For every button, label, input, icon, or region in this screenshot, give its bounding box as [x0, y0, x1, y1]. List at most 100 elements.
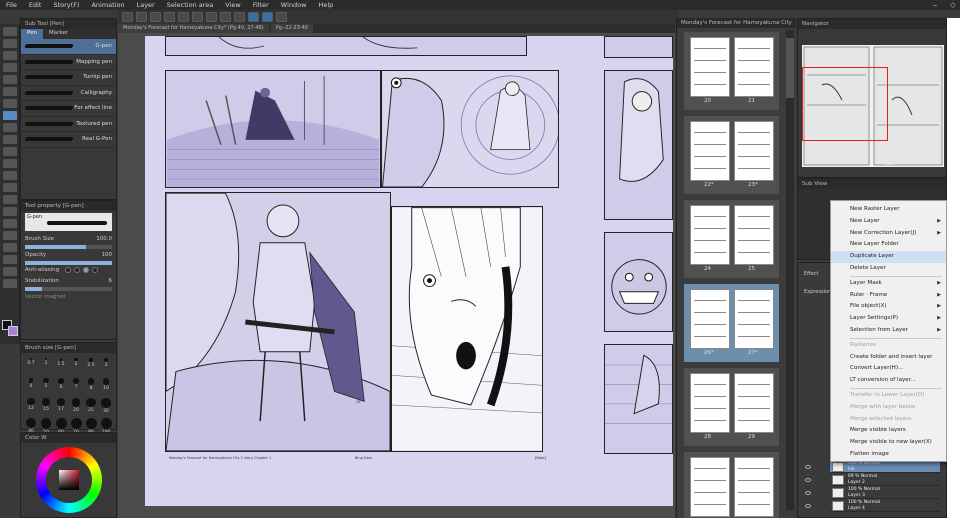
menu-item-selection-area[interactable]: Selection area — [167, 1, 214, 9]
page-manager-scroll-thumb[interactable] — [786, 38, 794, 98]
page-thumbnail-right[interactable] — [734, 457, 774, 517]
brush-item-turnip-pen[interactable]: Turnip pen — [21, 70, 116, 86]
menu-item-window[interactable]: Window — [281, 1, 307, 9]
brush-item-textured-pen[interactable]: Textured pen — [21, 117, 116, 132]
tab-marker[interactable]: Marker — [43, 29, 74, 39]
help-icon[interactable] — [276, 12, 287, 22]
lasso-tool-icon[interactable] — [3, 87, 17, 96]
brush-size-cell[interactable]: 5 — [39, 376, 53, 395]
page-spread-thumbnail[interactable]: 20 21 — [684, 32, 779, 110]
page-thumbnail-right[interactable] — [734, 121, 774, 181]
brush-item-mapping-pen[interactable]: Mapping pen — [21, 55, 116, 70]
decoration-tool-icon[interactable] — [3, 159, 17, 168]
context-menu-item-duplicate-layer[interactable]: Duplicate Layer — [831, 251, 946, 263]
operation-tool-icon[interactable] — [3, 63, 17, 72]
aa-strong-option[interactable] — [92, 267, 99, 273]
save-icon[interactable] — [150, 12, 161, 22]
eraser-tool-icon[interactable] — [3, 171, 17, 180]
figure-tool-icon[interactable] — [3, 219, 17, 228]
page-spread-thumbnail[interactable]: 26* 27* — [684, 284, 779, 362]
stabilization-slider[interactable] — [25, 287, 112, 291]
brush-size-slider[interactable] — [25, 245, 112, 249]
context-menu-item-new-correction-layer-j[interactable]: New Correction Layer(J) ▶ — [831, 228, 946, 240]
page-spread-thumbnail[interactable]: 22* 23* — [684, 116, 779, 194]
page-thumbnail-left[interactable] — [690, 289, 730, 349]
clear-icon[interactable] — [192, 12, 203, 22]
stabilization-value[interactable]: 6 — [109, 278, 113, 284]
eyedropper-tool-icon[interactable] — [3, 99, 17, 108]
brush-size-cell[interactable]: 1 — [39, 356, 53, 375]
brush-size-cell[interactable]: 1.5 — [54, 356, 68, 375]
blend-tool-icon[interactable] — [3, 183, 17, 192]
brush-item-for-effect-line[interactable]: For effect line — [21, 101, 116, 117]
page-spread-thumbnail[interactable]: 3031 — [684, 452, 779, 518]
manga-page[interactable]: Monday's Forecast for Hameyakuna City 1 … — [145, 36, 673, 506]
pencil-tool-icon[interactable] — [3, 123, 17, 132]
brush-size-cell[interactable]: 2 — [69, 356, 83, 375]
context-menu-item-new-layer-folder[interactable]: New Layer Folder — [831, 239, 946, 251]
fill-icon[interactable] — [220, 12, 231, 22]
menu-item-edit[interactable]: Edit — [29, 1, 42, 9]
context-menu-item-flatten-image[interactable]: Flatten image — [831, 449, 946, 461]
pen-tool-icon[interactable] — [3, 111, 17, 120]
context-menu-item-merge-visible-to-new-layer-x[interactable]: Merge visible to new layer(X) — [831, 437, 946, 449]
zoom-tool-icon[interactable] — [3, 27, 17, 36]
context-menu-item-convert-layer-h[interactable]: Convert Layer(H)... — [831, 363, 946, 375]
brush-size-cell[interactable]: 0.7 — [24, 356, 38, 375]
page-spread-thumbnail[interactable]: 28 29 — [684, 368, 779, 446]
brush-tool-icon[interactable] — [3, 135, 17, 144]
tab-pen[interactable]: Pen — [21, 29, 43, 39]
fill-tool-icon[interactable] — [3, 195, 17, 204]
brush-item-real-g-pen[interactable]: Real G-Pen — [21, 132, 116, 148]
hand-tool-icon[interactable] — [3, 39, 17, 48]
page-thumbnail-left[interactable] — [690, 205, 730, 265]
page-manager-scrollbar[interactable] — [786, 30, 794, 510]
page-thumbnail-right[interactable] — [734, 289, 774, 349]
new-file-icon[interactable] — [122, 12, 133, 22]
airbrush-tool-icon[interactable] — [3, 147, 17, 156]
correct-line-tool-icon[interactable] — [3, 279, 17, 288]
brush-size-cell[interactable]: 7 — [69, 376, 83, 395]
maximize-button[interactable]: ◇ — [948, 0, 958, 10]
aa-weak-option[interactable] — [74, 267, 81, 273]
page-thumbnail-left[interactable] — [690, 373, 730, 433]
deselect-icon[interactable] — [234, 12, 245, 22]
layer-row[interactable]: 100 % Normal Layer 4 — [830, 500, 940, 512]
canvas-tab-main[interactable]: Monday's Forecast for Hameyakuna City* (… — [118, 24, 269, 33]
context-menu-item-selection-from-layer[interactable]: Selection from Layer ▶ — [831, 325, 946, 337]
context-menu-item-new-raster-layer[interactable]: New Raster Layer — [831, 204, 946, 216]
selection-tool-icon[interactable] — [3, 75, 17, 84]
page-thumbnail-left[interactable] — [690, 457, 730, 517]
sub-color-swatch[interactable] — [8, 326, 18, 336]
menu-item-story-f-[interactable]: Story(F) — [53, 1, 79, 9]
open-file-icon[interactable] — [136, 12, 147, 22]
brush-size-cell[interactable]: 8 — [84, 376, 98, 395]
brush-item-calligraphy[interactable]: Calligraphy — [21, 86, 116, 101]
move-tool-icon[interactable] — [3, 51, 17, 60]
opacity-value[interactable]: 100 — [102, 252, 113, 258]
aa-none-option[interactable] — [65, 267, 72, 273]
context-menu-item-new-layer[interactable]: New Layer ▶ — [831, 216, 946, 228]
eye-icon[interactable] — [805, 478, 811, 482]
brush-size-cell[interactable]: 2.5 — [84, 356, 98, 375]
brush-size-value[interactable]: 100.0 — [96, 236, 112, 242]
brush-item-g-pen[interactable]: G-pen — [21, 39, 116, 55]
brush-size-cell[interactable]: 10 — [99, 376, 113, 395]
context-menu-item-layer-settings-p[interactable]: Layer Settings(P) ▶ — [831, 313, 946, 325]
transform-icon[interactable] — [206, 12, 217, 22]
page-thumbnail-right[interactable] — [734, 205, 774, 265]
brush-size-cell[interactable]: 3 — [99, 356, 113, 375]
hue-ring[interactable] — [36, 447, 102, 513]
context-menu-item-create-folder-and-insert-layer[interactable]: Create folder and insert layer — [831, 352, 946, 364]
context-menu-item-merge-visible-layers[interactable]: Merge visible layers — [831, 425, 946, 437]
layer-row[interactable]: 100 % Normal Ink — [830, 461, 940, 473]
context-menu-item-layer-mask[interactable]: Layer Mask ▶ — [831, 278, 946, 290]
eye-icon[interactable] — [805, 491, 811, 495]
canvas-area[interactable]: Monday's Forecast for Hameyakuna City* (… — [118, 24, 675, 518]
aa-medium-option[interactable] — [83, 267, 90, 273]
context-menu-item-ruler-frame[interactable]: Ruler · Frame ▶ — [831, 290, 946, 302]
page-thumbnail-right[interactable] — [734, 373, 774, 433]
canvas-tab-secondary[interactable]: Pg.-22-23-40 — [270, 24, 313, 33]
eye-icon[interactable] — [805, 465, 811, 469]
opacity-slider[interactable] — [25, 261, 112, 265]
